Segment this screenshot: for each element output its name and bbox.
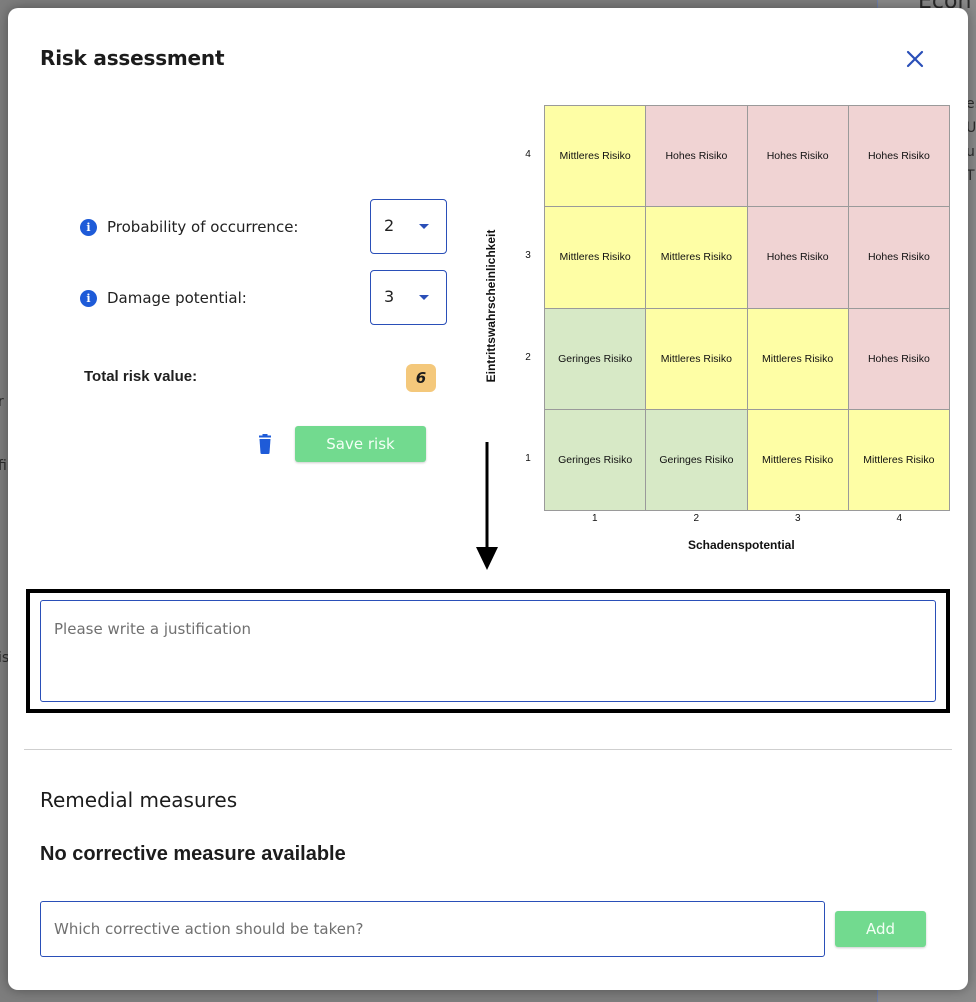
x-axis-label: Schadenspotential xyxy=(688,538,795,552)
risk-cell: Geringes Risiko xyxy=(646,409,748,511)
x-tick-label: 2 xyxy=(693,513,700,524)
close-icon[interactable] xyxy=(904,48,926,70)
risk-cell: Mittleres Risiko xyxy=(545,207,647,309)
x-tick-label: 1 xyxy=(591,513,598,524)
risk-cell: Mittleres Risiko xyxy=(747,308,849,410)
corrective-action-input[interactable] xyxy=(40,901,825,957)
remedial-measures-title: Remedial measures xyxy=(40,788,238,812)
arrow-down-icon xyxy=(476,442,498,570)
trash-icon[interactable] xyxy=(256,434,274,456)
save-risk-button[interactable]: Save risk xyxy=(295,426,426,462)
risk-cell: Geringes Risiko xyxy=(545,409,647,511)
risk-assessment-modal: Risk assessment i Probability of occurre… xyxy=(8,8,968,990)
risk-cell: Hohes Risiko xyxy=(848,308,950,410)
risk-cell: Mittleres Risiko xyxy=(646,207,748,309)
probability-select[interactable]: 2 xyxy=(370,199,447,254)
risk-cell: Hohes Risiko xyxy=(646,106,748,208)
modal-title: Risk assessment xyxy=(40,46,225,70)
probability-label: Probability of occurrence: xyxy=(107,218,299,236)
y-tick-label: 3 xyxy=(525,250,531,262)
risk-cell: Hohes Risiko xyxy=(848,106,950,208)
probability-value: 2 xyxy=(384,216,395,235)
risk-cell: Mittleres Risiko xyxy=(646,308,748,410)
risk-matrix: Mittleres Risiko Hohes Risiko Hohes Risiko… xyxy=(544,105,950,511)
risk-cell: Hohes Risiko xyxy=(848,207,950,309)
damage-label: Damage potential: xyxy=(107,289,247,307)
chevron-down-icon xyxy=(419,295,429,300)
add-button[interactable]: Add xyxy=(835,911,926,947)
risk-cell: Geringes Risiko xyxy=(545,308,647,410)
background-fragment: fi xyxy=(0,458,7,474)
damage-row: i Damage potential: xyxy=(80,289,247,307)
risk-cell: Hohes Risiko xyxy=(747,207,849,309)
y-tick-label: 1 xyxy=(525,453,531,465)
total-risk-label: Total risk value: xyxy=(84,368,198,385)
no-measure-text: No corrective measure available xyxy=(40,843,346,865)
damage-select[interactable]: 3 xyxy=(370,270,447,325)
y-axis-label: Eintrittswahrscheinlichkeit xyxy=(484,229,498,383)
divider xyxy=(24,749,952,750)
risk-cell: Mittleres Risiko xyxy=(848,409,950,511)
y-tick-label: 4 xyxy=(525,148,531,160)
damage-value: 3 xyxy=(384,287,395,306)
x-tick-label: 3 xyxy=(794,513,801,524)
y-tick-label: 2 xyxy=(525,351,531,363)
x-tick-label: 4 xyxy=(896,513,903,524)
info-icon[interactable]: i xyxy=(80,218,97,236)
justification-input[interactable] xyxy=(40,600,936,702)
info-icon[interactable]: i xyxy=(80,289,97,307)
risk-cell: Hohes Risiko xyxy=(747,106,849,208)
probability-row: i Probability of occurrence: xyxy=(80,218,298,236)
chevron-down-icon xyxy=(419,224,429,229)
risk-cell: Mittleres Risiko xyxy=(545,106,647,208)
background-fragment: r xyxy=(0,394,4,410)
total-risk-badge: 6 xyxy=(406,364,436,392)
risk-cell: Mittleres Risiko xyxy=(747,409,849,511)
